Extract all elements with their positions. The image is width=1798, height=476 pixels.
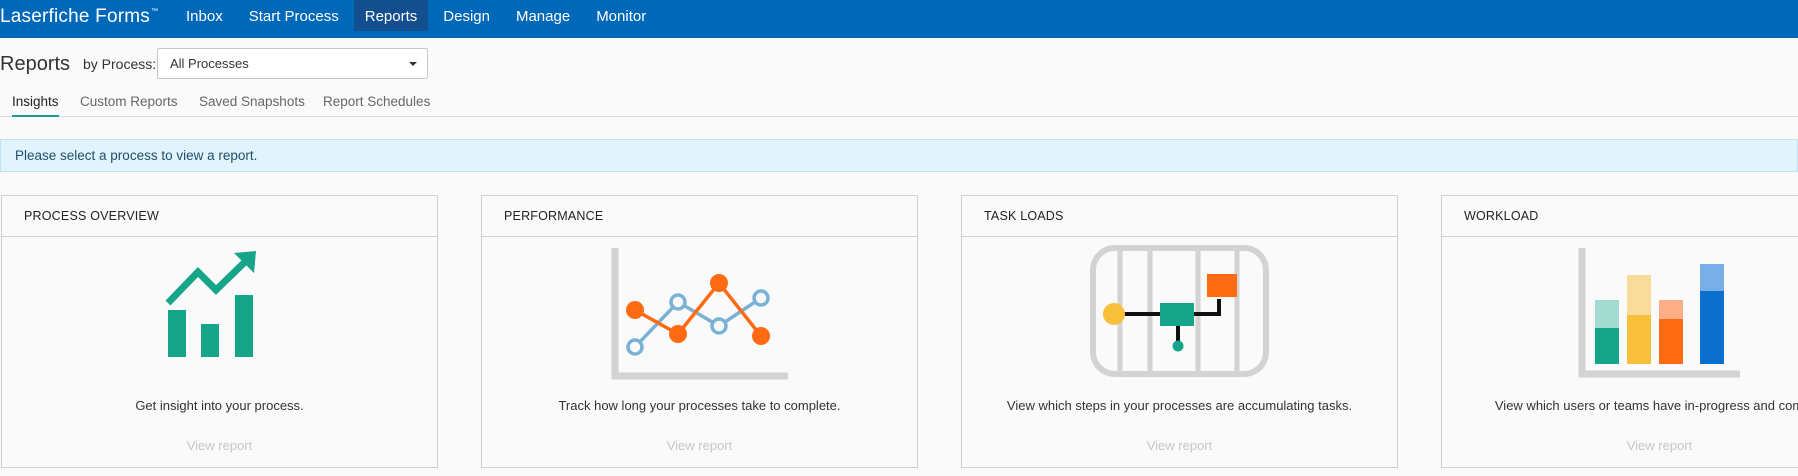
card-header: PROCESS OVERVIEW [2,196,437,237]
card-header: TASK LOADS [962,196,1397,237]
card-workload: WORKLOAD View which users or teams have … [1441,195,1798,468]
card-header: PERFORMANCE [482,196,917,237]
tab-insights[interactable]: Insights [12,94,59,117]
view-report-link[interactable]: View report [962,438,1397,453]
card-title: PROCESS OVERVIEW [24,209,159,223]
trademark-mark: ™ [150,8,159,15]
card-description: Track how long your processes take to co… [558,398,841,413]
nav-item-monitor[interactable]: Monitor [585,0,657,31]
card-title: WORKLOAD [1464,209,1539,223]
process-select-value: All Processes [170,56,249,71]
top-navigation-bar: Laserfiche Forms™ Inbox Start Process Re… [0,0,1798,38]
card-description: View which steps in your processes are a… [1006,398,1353,413]
process-select[interactable]: All Processes [157,48,428,79]
view-report-link[interactable]: View report [1442,438,1798,453]
main-nav: Inbox Start Process Reports Design Manag… [175,0,661,38]
process-filter-label: by Process: [83,56,157,72]
tab-saved-snapshots[interactable]: Saved Snapshots [199,94,305,115]
app-brand[interactable]: Laserfiche Forms™ [0,6,158,28]
page-title: Reports [0,53,71,75]
brand-name: Laserfiche Forms [0,6,150,27]
card-task-loads: TASK LOADS View which steps in your proc… [961,195,1398,468]
stacked-bar-icon [1578,248,1740,378]
view-report-link[interactable]: View report [2,438,437,453]
task-flow-icon [1090,245,1269,377]
card-process-overview: PROCESS OVERVIEW Get insight into your p… [1,195,438,468]
view-report-link[interactable]: View report [482,438,917,453]
line-chart-icon [611,248,788,380]
caret-down-icon [409,62,417,66]
trend-chart-icon [165,251,256,357]
nav-item-reports[interactable]: Reports [353,0,429,31]
nav-item-manage[interactable]: Manage [505,0,581,31]
nav-item-start-process[interactable]: Start Process [238,0,350,31]
tab-custom-reports[interactable]: Custom Reports [80,94,178,115]
card-performance: PERFORMANCE Track how long your processe… [481,195,918,468]
info-alert: Please select a process to view a report… [0,139,1798,172]
card-title: PERFORMANCE [504,209,604,223]
alert-message: Please select a process to view a report… [15,148,258,163]
tab-report-schedules[interactable]: Report Schedules [323,94,430,115]
card-description: View which users or teams have in-progre… [1494,398,1798,413]
card-header: WORKLOAD [1442,196,1798,237]
card-description: Get insight into your process. [135,398,304,413]
nav-item-design[interactable]: Design [432,0,501,31]
nav-item-inbox[interactable]: Inbox [175,0,234,31]
report-tabs: Insights Custom Reports Saved Snapshots … [0,88,1798,117]
page-header: Reports by Process: All Processes [0,48,1798,80]
card-title: TASK LOADS [984,209,1064,223]
